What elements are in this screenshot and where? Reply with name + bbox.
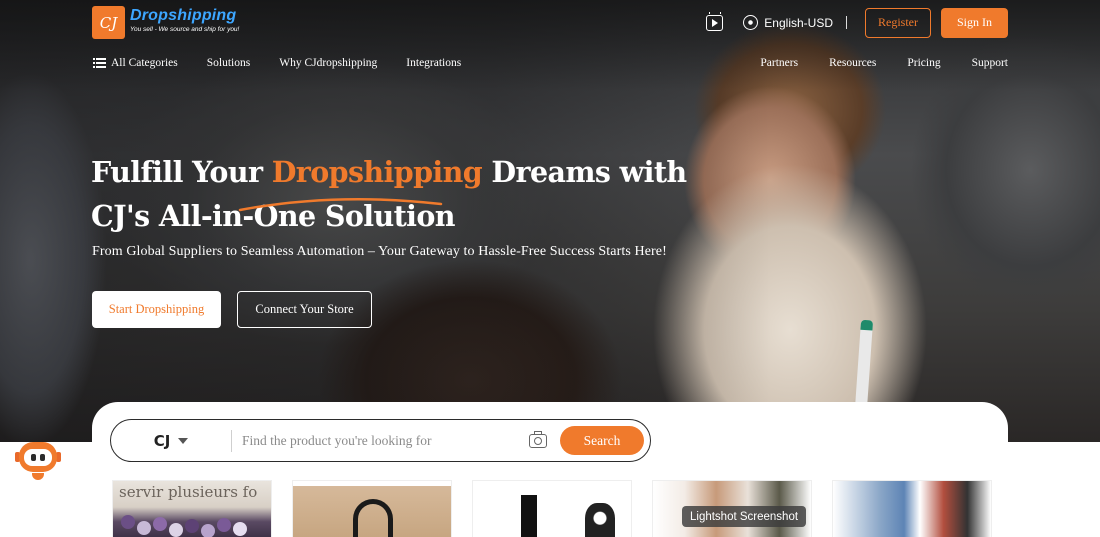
- bead-graphic: [137, 521, 151, 535]
- bead-graphic: [201, 524, 215, 537]
- nav-all-categories-label: All Categories: [111, 57, 178, 69]
- chevron-down-icon: [178, 437, 189, 444]
- nav-solutions[interactable]: Solutions: [207, 57, 250, 69]
- robot-eye: [31, 454, 36, 461]
- search-scope-label: CJ: [153, 431, 171, 450]
- camera-icon[interactable]: [529, 430, 547, 448]
- nav-partners[interactable]: Partners: [760, 57, 798, 69]
- robot-base: [32, 473, 44, 480]
- globe-icon[interactable]: [743, 15, 759, 30]
- logo-tagline: You sell - We source and ship for you!: [130, 26, 240, 33]
- screenshot-tooltip: Lightshot Screenshot: [682, 506, 807, 527]
- product-thumb-glasses[interactable]: [292, 480, 452, 537]
- headline-part-1: Fulfill Your: [91, 155, 272, 189]
- brand-logo[interactable]: CJ Dropshipping You sell - We source and…: [92, 6, 239, 39]
- logo-name: Dropshipping: [130, 7, 237, 24]
- search-scope-selector[interactable]: CJ: [111, 432, 231, 450]
- nav-all-categories[interactable]: All Categories: [93, 57, 178, 69]
- search-bar: CJ Search: [110, 419, 651, 462]
- dog-graphic: [585, 503, 615, 537]
- bead-graphic: [185, 519, 199, 533]
- nav-pricing[interactable]: Pricing: [907, 57, 940, 69]
- search-button[interactable]: Search: [560, 426, 644, 455]
- video-tutorial-icon[interactable]: [706, 11, 724, 31]
- logo-text: Dropshipping You sell - We source and sh…: [130, 6, 239, 34]
- language-selector[interactable]: English-USD: [764, 16, 833, 30]
- glasses-graphic: [353, 499, 393, 537]
- product-thumb-bracelet[interactable]: servir plusieurs fo: [112, 480, 272, 537]
- product-thumb-text: servir plusieurs fo: [119, 483, 258, 501]
- register-button[interactable]: Register: [865, 7, 931, 38]
- header-divider: [846, 16, 847, 29]
- bead-graphic: [153, 517, 167, 531]
- robot-eye: [40, 454, 45, 461]
- start-dropshipping-button[interactable]: Start Dropshipping: [92, 291, 221, 328]
- bottle-graphic: [521, 495, 537, 537]
- connect-store-button[interactable]: Connect Your Store: [237, 291, 372, 328]
- robot-face: [24, 449, 52, 466]
- bead-graphic: [121, 515, 135, 529]
- product-thumb-pet[interactable]: [472, 480, 632, 537]
- robot-assistant-icon[interactable]: [15, 440, 61, 482]
- hero-subtitle: From Global Suppliers to Seamless Automa…: [92, 244, 667, 259]
- headline-line-1: Fulfill Your Dropshipping Dreams with: [91, 150, 687, 194]
- logo-mark: CJ: [92, 6, 125, 39]
- menu-icon: [93, 58, 106, 68]
- bead-graphic: [233, 522, 247, 536]
- headline-accent: Dropshipping: [271, 155, 483, 189]
- bead-graphic: [169, 523, 183, 537]
- search-input[interactable]: [232, 425, 529, 456]
- header-actions: English-USD Register Sign In: [706, 7, 1008, 38]
- main-nav: All Categories Solutions Why CJdropshipp…: [93, 57, 490, 69]
- bead-graphic: [217, 518, 231, 532]
- nav-integrations[interactable]: Integrations: [406, 57, 461, 69]
- headline-swoosh: [238, 197, 443, 212]
- product-thumb-pants[interactable]: [832, 480, 992, 537]
- headline-part-2: Dreams with: [482, 155, 687, 189]
- nav-resources[interactable]: Resources: [829, 57, 876, 69]
- sign-in-button[interactable]: Sign In: [941, 7, 1008, 38]
- nav-why-cj[interactable]: Why CJdropshipping: [279, 57, 377, 69]
- secondary-nav: Partners Resources Pricing Support: [729, 57, 1008, 69]
- nav-support[interactable]: Support: [972, 57, 1008, 69]
